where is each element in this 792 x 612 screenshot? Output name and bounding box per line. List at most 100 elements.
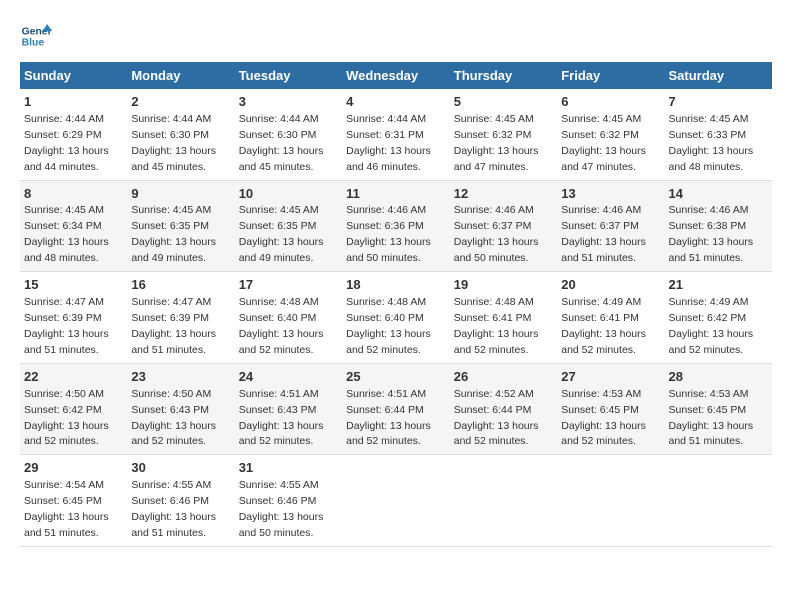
week-row-3: 15Sunrise: 4:47 AMSunset: 6:39 PMDayligh… <box>20 272 772 364</box>
day-number: 17 <box>239 276 338 295</box>
day-number: 1 <box>24 93 123 112</box>
day-number: 21 <box>669 276 769 295</box>
day-cell <box>450 455 557 547</box>
day-number: 25 <box>346 368 446 387</box>
day-number: 28 <box>669 368 769 387</box>
week-row-5: 29Sunrise: 4:54 AMSunset: 6:45 PMDayligh… <box>20 455 772 547</box>
day-cell: 22Sunrise: 4:50 AMSunset: 6:42 PMDayligh… <box>20 363 127 455</box>
day-info: Sunrise: 4:50 AMSunset: 6:43 PMDaylight:… <box>131 388 216 448</box>
day-number: 2 <box>131 93 230 112</box>
day-cell: 21Sunrise: 4:49 AMSunset: 6:42 PMDayligh… <box>665 272 773 364</box>
day-number: 27 <box>561 368 660 387</box>
day-info: Sunrise: 4:45 AMSunset: 6:32 PMDaylight:… <box>561 113 646 173</box>
day-info: Sunrise: 4:46 AMSunset: 6:37 PMDaylight:… <box>454 204 539 264</box>
day-cell: 15Sunrise: 4:47 AMSunset: 6:39 PMDayligh… <box>20 272 127 364</box>
day-info: Sunrise: 4:45 AMSunset: 6:32 PMDaylight:… <box>454 113 539 173</box>
header: General Blue <box>20 20 772 52</box>
day-info: Sunrise: 4:55 AMSunset: 6:46 PMDaylight:… <box>131 479 216 539</box>
day-number: 5 <box>454 93 553 112</box>
day-cell: 2Sunrise: 4:44 AMSunset: 6:30 PMDaylight… <box>127 89 234 180</box>
week-row-1: 1Sunrise: 4:44 AMSunset: 6:29 PMDaylight… <box>20 89 772 180</box>
header-row: SundayMondayTuesdayWednesdayThursdayFrid… <box>20 62 772 89</box>
day-number: 15 <box>24 276 123 295</box>
day-cell: 16Sunrise: 4:47 AMSunset: 6:39 PMDayligh… <box>127 272 234 364</box>
calendar-table: SundayMondayTuesdayWednesdayThursdayFrid… <box>20 62 772 547</box>
day-info: Sunrise: 4:54 AMSunset: 6:45 PMDaylight:… <box>24 479 109 539</box>
day-number: 14 <box>669 185 769 204</box>
day-info: Sunrise: 4:45 AMSunset: 6:34 PMDaylight:… <box>24 204 109 264</box>
day-info: Sunrise: 4:45 AMSunset: 6:35 PMDaylight:… <box>131 204 216 264</box>
col-header-thursday: Thursday <box>450 62 557 89</box>
day-number: 9 <box>131 185 230 204</box>
day-cell: 12Sunrise: 4:46 AMSunset: 6:37 PMDayligh… <box>450 180 557 272</box>
day-cell <box>665 455 773 547</box>
day-info: Sunrise: 4:46 AMSunset: 6:37 PMDaylight:… <box>561 204 646 264</box>
day-cell: 19Sunrise: 4:48 AMSunset: 6:41 PMDayligh… <box>450 272 557 364</box>
day-info: Sunrise: 4:45 AMSunset: 6:35 PMDaylight:… <box>239 204 324 264</box>
day-info: Sunrise: 4:48 AMSunset: 6:40 PMDaylight:… <box>239 296 324 356</box>
day-number: 18 <box>346 276 446 295</box>
day-info: Sunrise: 4:51 AMSunset: 6:43 PMDaylight:… <box>239 388 324 448</box>
day-cell: 10Sunrise: 4:45 AMSunset: 6:35 PMDayligh… <box>235 180 342 272</box>
day-cell <box>557 455 664 547</box>
day-cell: 24Sunrise: 4:51 AMSunset: 6:43 PMDayligh… <box>235 363 342 455</box>
day-cell: 20Sunrise: 4:49 AMSunset: 6:41 PMDayligh… <box>557 272 664 364</box>
logo-icon: General Blue <box>20 20 52 52</box>
day-number: 4 <box>346 93 446 112</box>
day-info: Sunrise: 4:53 AMSunset: 6:45 PMDaylight:… <box>669 388 754 448</box>
day-cell: 9Sunrise: 4:45 AMSunset: 6:35 PMDaylight… <box>127 180 234 272</box>
day-info: Sunrise: 4:51 AMSunset: 6:44 PMDaylight:… <box>346 388 431 448</box>
day-info: Sunrise: 4:55 AMSunset: 6:46 PMDaylight:… <box>239 479 324 539</box>
day-cell: 28Sunrise: 4:53 AMSunset: 6:45 PMDayligh… <box>665 363 773 455</box>
day-cell: 27Sunrise: 4:53 AMSunset: 6:45 PMDayligh… <box>557 363 664 455</box>
day-info: Sunrise: 4:45 AMSunset: 6:33 PMDaylight:… <box>669 113 754 173</box>
day-number: 23 <box>131 368 230 387</box>
day-cell: 5Sunrise: 4:45 AMSunset: 6:32 PMDaylight… <box>450 89 557 180</box>
day-cell: 18Sunrise: 4:48 AMSunset: 6:40 PMDayligh… <box>342 272 450 364</box>
day-number: 31 <box>239 459 338 478</box>
day-cell: 31Sunrise: 4:55 AMSunset: 6:46 PMDayligh… <box>235 455 342 547</box>
day-info: Sunrise: 4:48 AMSunset: 6:40 PMDaylight:… <box>346 296 431 356</box>
day-cell: 8Sunrise: 4:45 AMSunset: 6:34 PMDaylight… <box>20 180 127 272</box>
day-number: 26 <box>454 368 553 387</box>
day-number: 16 <box>131 276 230 295</box>
day-cell: 17Sunrise: 4:48 AMSunset: 6:40 PMDayligh… <box>235 272 342 364</box>
svg-text:Blue: Blue <box>22 38 45 49</box>
col-header-monday: Monday <box>127 62 234 89</box>
week-row-2: 8Sunrise: 4:45 AMSunset: 6:34 PMDaylight… <box>20 180 772 272</box>
day-info: Sunrise: 4:49 AMSunset: 6:42 PMDaylight:… <box>669 296 754 356</box>
day-number: 10 <box>239 185 338 204</box>
day-cell: 13Sunrise: 4:46 AMSunset: 6:37 PMDayligh… <box>557 180 664 272</box>
day-number: 7 <box>669 93 769 112</box>
day-cell: 4Sunrise: 4:44 AMSunset: 6:31 PMDaylight… <box>342 89 450 180</box>
day-cell: 25Sunrise: 4:51 AMSunset: 6:44 PMDayligh… <box>342 363 450 455</box>
day-info: Sunrise: 4:47 AMSunset: 6:39 PMDaylight:… <box>131 296 216 356</box>
day-number: 19 <box>454 276 553 295</box>
day-number: 24 <box>239 368 338 387</box>
col-header-saturday: Saturday <box>665 62 773 89</box>
col-header-wednesday: Wednesday <box>342 62 450 89</box>
day-info: Sunrise: 4:46 AMSunset: 6:38 PMDaylight:… <box>669 204 754 264</box>
day-info: Sunrise: 4:46 AMSunset: 6:36 PMDaylight:… <box>346 204 431 264</box>
day-info: Sunrise: 4:48 AMSunset: 6:41 PMDaylight:… <box>454 296 539 356</box>
day-cell: 23Sunrise: 4:50 AMSunset: 6:43 PMDayligh… <box>127 363 234 455</box>
day-number: 11 <box>346 185 446 204</box>
week-row-4: 22Sunrise: 4:50 AMSunset: 6:42 PMDayligh… <box>20 363 772 455</box>
day-info: Sunrise: 4:52 AMSunset: 6:44 PMDaylight:… <box>454 388 539 448</box>
day-number: 29 <box>24 459 123 478</box>
day-info: Sunrise: 4:49 AMSunset: 6:41 PMDaylight:… <box>561 296 646 356</box>
day-number: 3 <box>239 93 338 112</box>
day-number: 8 <box>24 185 123 204</box>
day-cell: 29Sunrise: 4:54 AMSunset: 6:45 PMDayligh… <box>20 455 127 547</box>
day-cell: 14Sunrise: 4:46 AMSunset: 6:38 PMDayligh… <box>665 180 773 272</box>
day-cell: 30Sunrise: 4:55 AMSunset: 6:46 PMDayligh… <box>127 455 234 547</box>
day-info: Sunrise: 4:44 AMSunset: 6:30 PMDaylight:… <box>131 113 216 173</box>
day-info: Sunrise: 4:47 AMSunset: 6:39 PMDaylight:… <box>24 296 109 356</box>
day-info: Sunrise: 4:50 AMSunset: 6:42 PMDaylight:… <box>24 388 109 448</box>
day-number: 13 <box>561 185 660 204</box>
day-cell <box>342 455 450 547</box>
logo: General Blue <box>20 20 56 52</box>
col-header-friday: Friday <box>557 62 664 89</box>
col-header-tuesday: Tuesday <box>235 62 342 89</box>
day-number: 20 <box>561 276 660 295</box>
